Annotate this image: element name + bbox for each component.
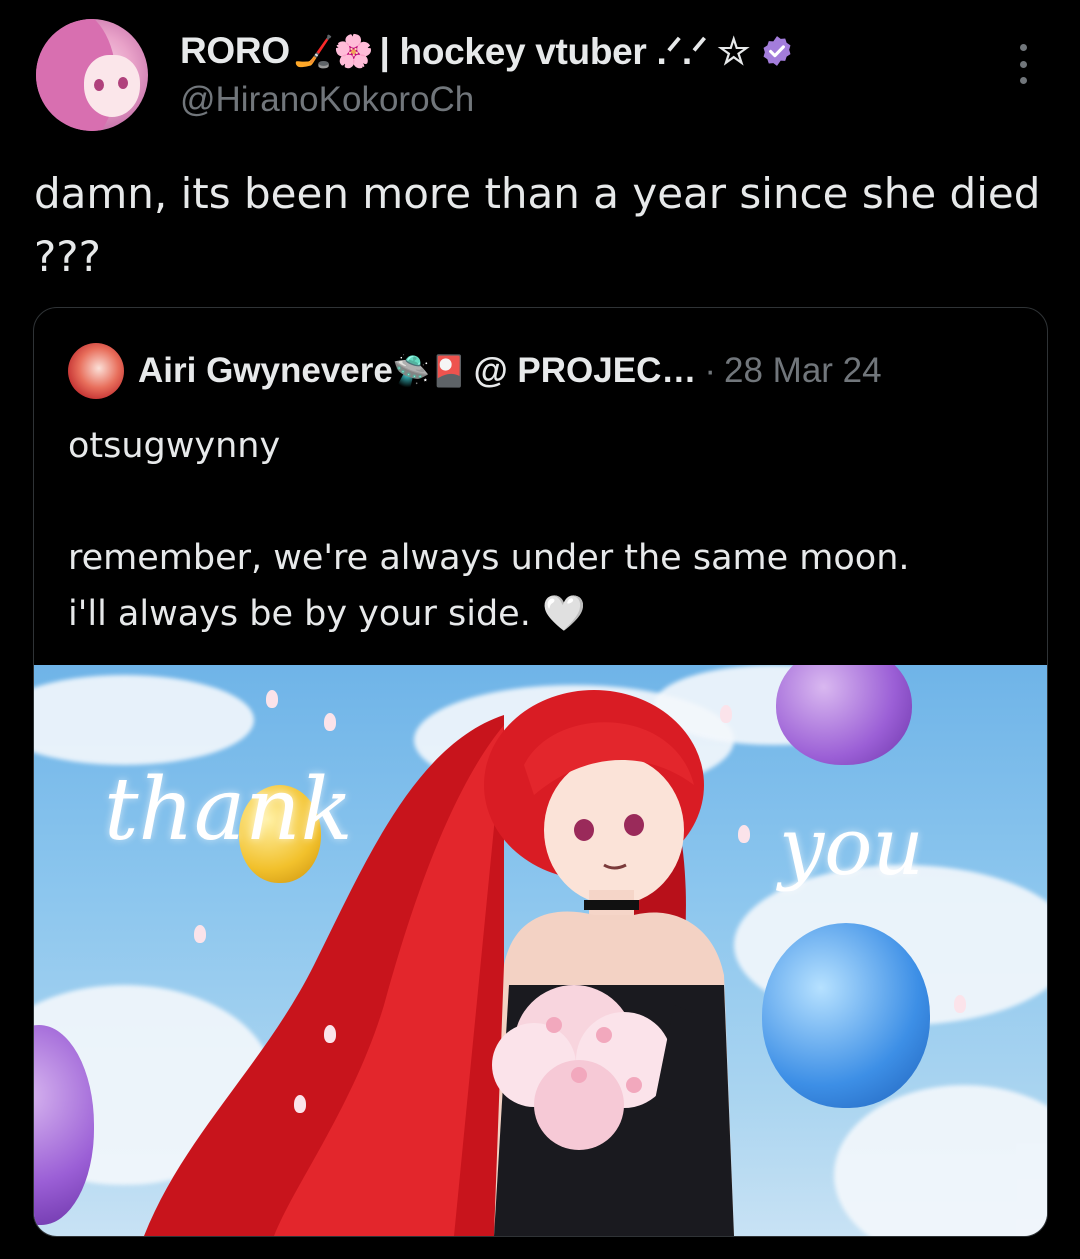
petal (194, 925, 206, 943)
petal (738, 825, 750, 843)
author-name-row[interactable]: RORO 🏒🌸 | hockey vtuber .ᐟ.ᐟ ☆ (180, 26, 794, 76)
author-display-name[interactable]: RORO (180, 30, 290, 72)
verified-badge-icon[interactable] (760, 34, 794, 68)
quoted-tweet-card[interactable]: Airi Gwynevere 🛸🎴 @ PROJEC… · 28 Mar 24 … (33, 307, 1048, 1237)
tweet-text: damn, its been more than a year since sh… (34, 169, 1041, 281)
avatar-eye (118, 77, 128, 89)
more-vertical-icon[interactable] (1010, 44, 1036, 84)
quoted-name-suffix[interactable]: @ PROJEC… (474, 351, 697, 391)
petal (294, 1095, 306, 1113)
petal (324, 713, 336, 731)
character-illustration (144, 690, 734, 1236)
quoted-name-emoji: 🛸🎴 (392, 353, 468, 389)
petal (720, 705, 732, 723)
avatar-face (84, 55, 140, 117)
petal (954, 995, 966, 1013)
quoted-header: Airi Gwynevere 🛸🎴 @ PROJEC… · 28 Mar 24 (68, 343, 882, 399)
petal (324, 1025, 336, 1043)
quoted-date[interactable]: 28 Mar 24 (724, 351, 882, 391)
petal (266, 690, 278, 708)
quoted-display-name[interactable]: Airi Gwynevere (138, 351, 393, 391)
quoted-avatar[interactable] (68, 343, 124, 399)
author-avatar[interactable] (36, 19, 148, 131)
author-name-emoji: 🏒🌸 (293, 32, 374, 70)
author-handle[interactable]: @HiranoKokoroCh (180, 80, 474, 120)
dot-separator: · (704, 351, 717, 390)
quoted-image[interactable]: thank you (34, 665, 1047, 1236)
quoted-text: otsugwynny remember, we're always under … (68, 426, 910, 634)
author-name-suffix[interactable]: | hockey vtuber .ᐟ.ᐟ ☆ (380, 30, 751, 73)
avatar-eye (94, 79, 104, 91)
